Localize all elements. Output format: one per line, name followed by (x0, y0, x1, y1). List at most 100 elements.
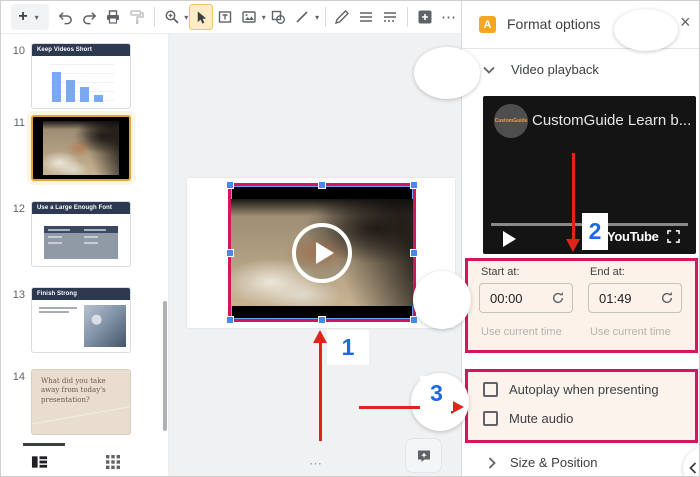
redo-button[interactable] (77, 4, 101, 30)
slide-thumbnail-11-selected[interactable] (31, 115, 131, 181)
chart-bar (94, 95, 103, 102)
filmstrip-view-icon (31, 456, 48, 468)
slide-number: 14 (12, 371, 25, 383)
section-size-position[interactable]: Size & Position (510, 455, 597, 470)
format-options-icon: A (479, 16, 496, 33)
play-icon[interactable] (503, 231, 516, 247)
resize-handle-n[interactable] (318, 181, 326, 189)
chevron-right-icon[interactable] (488, 457, 496, 469)
insert-image-button[interactable] (237, 4, 261, 30)
chevron-left-icon (689, 462, 697, 474)
close-icon[interactable]: × (680, 12, 691, 34)
resize-handle-w[interactable] (226, 249, 234, 257)
chevron-down-icon[interactable]: ▾ (314, 13, 319, 22)
comment-sparkle-icon (417, 450, 430, 462)
text-line (39, 307, 77, 309)
chart-bar (66, 80, 75, 102)
shape-icon (272, 10, 286, 24)
start-at-label: Start at: (481, 266, 520, 278)
step-label-3: 3 (420, 376, 453, 411)
start-helper-text[interactable]: Use current time (481, 326, 562, 338)
text-box-icon (218, 11, 232, 23)
channel-avatar: CustomGuide (494, 104, 528, 138)
resize-handle-nw[interactable] (226, 181, 234, 189)
slide-thumbnail-12[interactable]: Use a Large Enough Font (31, 201, 131, 267)
insert-placeholder-button[interactable] (413, 4, 437, 30)
undo-button[interactable] (53, 4, 77, 30)
toolbar-divider (407, 7, 408, 27)
undo-icon (58, 12, 72, 25)
grid-view-button[interactable] (106, 455, 120, 469)
slide-thumbnail-13[interactable]: Finish Strong (31, 287, 131, 353)
table-thumbnail (44, 226, 118, 259)
new-slide-button[interactable]: + ▾ (11, 4, 49, 30)
cursor-icon (197, 10, 206, 24)
arrowhead-up-icon (313, 330, 327, 343)
toolbar-divider (324, 7, 326, 27)
paint-format-button[interactable] (125, 4, 149, 30)
resize-handle-ne[interactable] (410, 181, 418, 189)
slide-title: Keep Videos Short (37, 47, 92, 53)
section-video-playback[interactable]: Video playback (511, 62, 599, 77)
toolbar-divider (154, 7, 155, 27)
zoom-icon (165, 10, 179, 24)
mute-audio-checkbox[interactable] (483, 411, 498, 426)
play-button-overlay[interactable] (292, 222, 352, 283)
resize-handle-se[interactable] (410, 316, 418, 324)
filmstrip-view-button[interactable] (31, 455, 48, 469)
plus-square-icon (418, 10, 432, 24)
google-slides-app: + ▾ ▾ ▾ ▾ ⋯ 10 Keep Videos Short 11 12 U… (0, 0, 700, 477)
text-line (39, 311, 69, 313)
slide-title-bar: Finish Strong (32, 288, 130, 300)
insert-line-button[interactable] (290, 4, 314, 30)
fullscreen-icon[interactable] (667, 230, 680, 243)
text-box-button[interactable] (213, 4, 237, 30)
plus-icon: + (18, 8, 28, 25)
autoplay-checkbox[interactable] (483, 382, 498, 397)
callout-oval (414, 47, 480, 99)
select-tool-button[interactable] (189, 4, 213, 30)
selected-video-element[interactable] (226, 181, 418, 324)
step-label-1: 1 (327, 330, 369, 365)
grid-view-icon (106, 455, 120, 469)
list-style-button[interactable] (378, 4, 402, 30)
chart-bar (80, 87, 89, 102)
insert-shape-button[interactable] (266, 4, 290, 30)
more-options-button[interactable]: ⋯ (437, 4, 461, 30)
slide-thumbnail-14[interactable]: What did you take away from today's pres… (31, 369, 131, 435)
use-current-time-icon[interactable] (551, 291, 565, 305)
redo-icon (82, 12, 96, 25)
end-helper-text[interactable]: Use current time (590, 326, 671, 338)
chevron-down-icon: ▾ (34, 12, 39, 22)
arrow-step-1 (319, 343, 322, 441)
resize-handle-sw[interactable] (226, 316, 234, 324)
slide-thumbnail-10[interactable]: Keep Videos Short (31, 43, 131, 109)
list-dashed-icon (384, 12, 397, 22)
slide-title-bar: Use a Large Enough Font (32, 202, 130, 214)
filmstrip-vertical-scrollbar[interactable] (163, 301, 167, 431)
line-spacing-button[interactable] (354, 4, 378, 30)
slide-number: 13 (12, 289, 25, 301)
channel-logo-text: CustomGuide (494, 118, 528, 124)
add-comment-button[interactable] (405, 438, 442, 473)
slide-number: 12 (12, 203, 25, 215)
pen-tool-button[interactable] (330, 4, 354, 30)
resize-handle-s[interactable] (318, 316, 326, 324)
use-current-time-icon[interactable] (660, 291, 674, 305)
callout-circle (413, 271, 471, 329)
video-title: CustomGuide Learn b... (532, 112, 692, 129)
speaker-notes-handle[interactable]: ⋯ (309, 456, 323, 472)
arrow-step-2 (572, 153, 575, 239)
slide-title: Use a Large Enough Font (37, 205, 112, 211)
zoom-button[interactable] (160, 4, 184, 30)
autoplay-label: Autoplay when presenting (509, 382, 659, 397)
slide-filmstrip: 10 Keep Videos Short 11 12 Use a Large E… (1, 34, 169, 476)
arrowhead-down-icon (566, 239, 580, 252)
play-icon (315, 241, 334, 264)
highlight-box-checkboxes (465, 369, 698, 443)
resize-handle-e[interactable] (410, 249, 418, 257)
youtube-wordmark: YouTube (607, 229, 659, 244)
print-button[interactable] (101, 4, 125, 30)
callout-oval (614, 9, 678, 51)
chevron-down-icon[interactable] (483, 66, 495, 74)
